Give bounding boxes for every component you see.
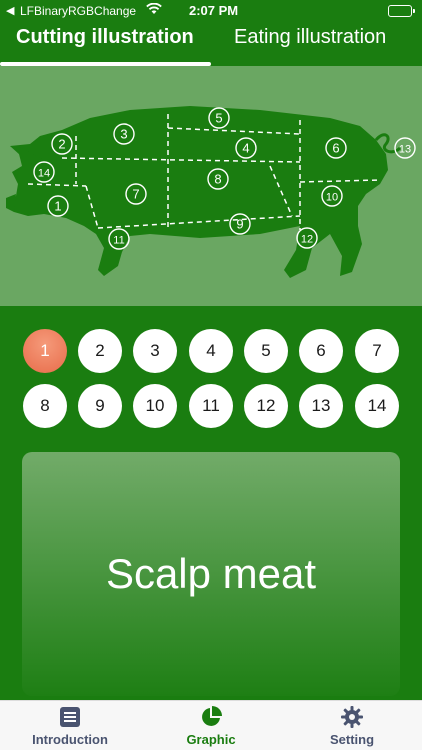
cut-marker-10: 10 — [321, 185, 343, 207]
svg-text:3: 3 — [120, 127, 127, 142]
svg-text:14: 14 — [38, 168, 50, 180]
cut-button-2[interactable]: 2 — [78, 329, 122, 373]
svg-text:13: 13 — [399, 144, 411, 156]
cut-marker-4: 4 — [235, 137, 257, 159]
svg-text:7: 7 — [132, 187, 139, 202]
cut-button-8[interactable]: 8 — [23, 384, 67, 428]
cut-marker-1: 1 — [47, 195, 69, 217]
back-to-app-label[interactable]: LFBinaryRGBChange — [20, 4, 136, 18]
cut-marker-11: 11 — [108, 228, 130, 250]
cut-button-13[interactable]: 13 — [299, 384, 343, 428]
svg-text:5: 5 — [215, 111, 222, 126]
cut-marker-7: 7 — [125, 183, 147, 205]
cut-button-7[interactable]: 7 — [355, 329, 399, 373]
bottom-tab-bar: Introduction Graphic Setting — [0, 700, 422, 750]
cut-button-3[interactable]: 3 — [133, 329, 177, 373]
svg-text:1: 1 — [54, 199, 61, 214]
cut-button-12[interactable]: 12 — [244, 384, 288, 428]
svg-text:8: 8 — [214, 172, 221, 187]
cut-button-9[interactable]: 9 — [78, 384, 122, 428]
back-arrow-icon[interactable]: ◀ — [6, 4, 14, 17]
cut-marker-13: 13 — [394, 137, 416, 159]
cut-marker-layer: 1234567891011 121314 — [33, 107, 416, 250]
tab-eating-illustration[interactable]: Eating illustration — [234, 26, 386, 49]
svg-text:9: 9 — [236, 217, 243, 232]
status-bar: ◀ LFBinaryRGBChange 2:07 PM — [0, 0, 422, 22]
cut-marker-12: 12 — [296, 227, 318, 249]
cut-button-1[interactable]: 1 — [23, 329, 67, 373]
wifi-icon — [146, 2, 162, 18]
tabbar-setting-label: Setting — [329, 732, 375, 747]
cut-marker-2: 2 — [51, 133, 73, 155]
tab-cutting-illustration[interactable]: Cutting illustration — [16, 26, 194, 49]
clock: 2:07 PM — [189, 3, 239, 18]
svg-text:4: 4 — [242, 141, 249, 156]
tabbar-introduction[interactable]: Introduction — [0, 705, 140, 747]
gear-icon — [341, 706, 363, 728]
illustration-tabs: Cutting illustration Eating illustration — [0, 22, 422, 66]
tabbar-introduction-label: Introduction — [32, 732, 108, 747]
cut-detail-card: Scalp meat — [22, 452, 400, 696]
svg-text:2: 2 — [58, 137, 65, 152]
cut-button-11[interactable]: 11 — [189, 384, 233, 428]
svg-text:11: 11 — [113, 235, 124, 247]
cut-button-4[interactable]: 4 — [189, 329, 233, 373]
tabbar-setting[interactable]: Setting — [282, 705, 422, 747]
document-list-icon — [60, 707, 80, 727]
pie-chart-icon — [202, 706, 222, 726]
cut-button-5[interactable]: 5 — [244, 329, 288, 373]
cut-marker-5: 5 — [208, 107, 230, 129]
svg-text:6: 6 — [332, 141, 339, 156]
cut-button-14[interactable]: 14 — [355, 384, 399, 428]
battery-icon — [388, 5, 415, 17]
cut-name: Scalp meat — [105, 550, 317, 597]
tabbar-graphic[interactable]: Graphic — [141, 705, 281, 747]
cut-marker-14: 14 — [33, 161, 55, 183]
tabbar-graphic-label: Graphic — [186, 732, 236, 747]
cut-marker-6: 6 — [325, 137, 347, 159]
pig-cut-diagram: 1 2 3 4 5 6 7 8 9 10 11 12 13 14 — [0, 66, 422, 306]
svg-text:10: 10 — [326, 192, 338, 204]
cut-marker-8: 8 — [207, 168, 229, 190]
cut-marker-9: 9 — [229, 213, 251, 235]
cut-button-10[interactable]: 10 — [133, 384, 177, 428]
cut-marker-3: 3 — [113, 123, 135, 145]
svg-text:12: 12 — [301, 234, 313, 246]
cut-button-6[interactable]: 6 — [299, 329, 343, 373]
